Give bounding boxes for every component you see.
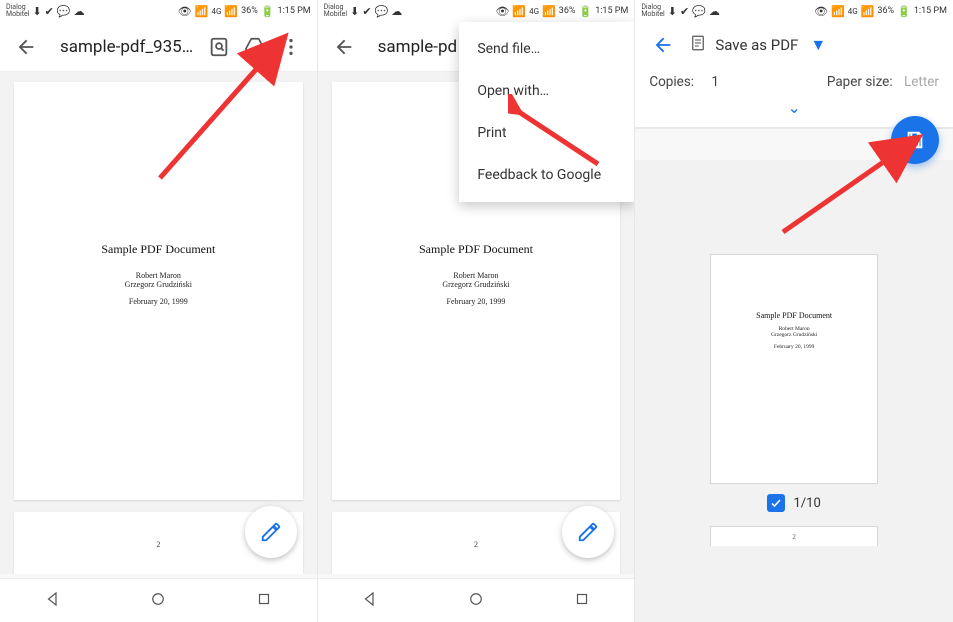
- check-icon: ✔: [45, 6, 54, 17]
- nav-back[interactable]: [361, 590, 379, 612]
- preview-page-2[interactable]: 2: [710, 526, 878, 546]
- clock: 1:15 PM: [278, 6, 311, 16]
- doc-author2: Grzegorz Grudziński: [711, 332, 877, 338]
- destination-label[interactable]: Save as PDF: [715, 36, 798, 54]
- eye-icon: 👁: [178, 6, 192, 17]
- edit-fab[interactable]: [245, 506, 297, 558]
- signal2-icon: 📶: [861, 6, 875, 17]
- nav-home[interactable]: [467, 590, 485, 612]
- chat-icon: 💬: [57, 6, 71, 17]
- doc-title: Sample PDF Document: [14, 242, 303, 257]
- page-counter: 1/10: [767, 494, 820, 512]
- net-label: 4G: [529, 7, 539, 16]
- save-fab[interactable]: [891, 116, 939, 164]
- carrier-label: Dialog Mobitel: [6, 4, 29, 18]
- signal-icon: 📶: [195, 6, 209, 17]
- battery-pct: 36%: [877, 6, 894, 16]
- eye-icon: 👁: [814, 6, 828, 17]
- dropdown-caret-icon[interactable]: ▼: [810, 35, 826, 55]
- doc-author2: Grzegorz Grudziński: [332, 280, 621, 289]
- overflow-button[interactable]: [273, 29, 309, 65]
- nav-bar: [318, 578, 635, 622]
- nav-bar: [0, 578, 317, 622]
- add-to-drive-button[interactable]: [237, 29, 273, 65]
- back-button[interactable]: [645, 27, 681, 63]
- doc-date: February 20, 1999: [14, 297, 303, 306]
- battery-icon: 🔋: [261, 6, 275, 17]
- doc-date: February 20, 1999: [711, 344, 877, 350]
- panel-viewer: Dialog Mobitel ⬇ ✔ 💬 ☁ 👁 📶 4G 📶 36% 🔋 1:…: [0, 0, 318, 622]
- nav-back[interactable]: [44, 590, 62, 612]
- back-button[interactable]: [8, 29, 44, 65]
- signal-icon: 📶: [831, 6, 845, 17]
- battery-pct: 36%: [559, 6, 576, 16]
- nav-home[interactable]: [149, 590, 167, 612]
- paper-value[interactable]: Letter: [904, 74, 939, 90]
- copies-value[interactable]: 1: [711, 74, 719, 90]
- preview-page-1[interactable]: Sample PDF Document Robert Maron Grzegor…: [710, 254, 878, 484]
- panel-menu: Dialog Mobitel ⬇ ✔ 💬 ☁ 👁 📶 4G 📶 36% 🔋 1:…: [318, 0, 636, 622]
- app-bar: sample-pdf_935…: [0, 22, 317, 72]
- doc-date: February 20, 1999: [332, 297, 621, 306]
- pdf-page-1: Sample PDF Document Robert Maron Grzegor…: [14, 82, 303, 500]
- back-button[interactable]: [326, 29, 362, 65]
- print-preview[interactable]: Sample PDF Document Robert Maron Grzegor…: [635, 160, 953, 622]
- cloud-icon: ☁: [391, 6, 402, 17]
- menu-open-with[interactable]: Open with…: [459, 70, 634, 112]
- clock: 1:15 PM: [595, 6, 628, 16]
- doc-title: Sample PDF Document: [711, 311, 877, 320]
- stub-num: 2: [792, 533, 796, 541]
- doc-author2: Grzegorz Grudziński: [14, 280, 303, 289]
- download-icon: ⬇: [668, 6, 677, 17]
- check-icon: ✔: [680, 6, 689, 17]
- cloud-icon: ☁: [74, 6, 85, 17]
- cloud-icon: ☁: [709, 6, 720, 17]
- signal-icon: 📶: [512, 6, 526, 17]
- carrier-label: Dialog Mobitel: [641, 4, 664, 18]
- status-bar: Dialog Mobitel ⬇ ✔ 💬 ☁ 👁 📶 4G 📶 36% 🔋 1:…: [318, 0, 635, 22]
- doc-title: Sample PDF Document: [332, 242, 621, 257]
- chat-icon: 💬: [692, 6, 706, 17]
- nav-recent[interactable]: [255, 590, 273, 612]
- page-count-label: 1/10: [793, 496, 820, 511]
- doc-author1: Robert Maron: [332, 271, 621, 280]
- file-title: sample-pdf_935…: [60, 37, 201, 57]
- signal2-icon: 📶: [224, 6, 238, 17]
- battery-icon: 🔋: [897, 6, 911, 17]
- net-label: 4G: [848, 7, 858, 16]
- net-label: 4G: [211, 7, 221, 16]
- menu-print[interactable]: Print: [459, 112, 634, 154]
- print-options: Save as PDF ▼ Copies: 1 Paper size: Lett…: [635, 22, 953, 129]
- download-icon: ⬇: [350, 6, 359, 17]
- edit-fab[interactable]: [562, 506, 614, 558]
- document-area[interactable]: Sample PDF Document Robert Maron Grzegor…: [0, 72, 317, 574]
- copies-label: Copies:: [649, 74, 694, 90]
- status-bar: Dialog Mobitel ⬇ ✔ 💬 ☁ 👁 📶 4G 📶 36% 🔋 1:…: [0, 0, 317, 22]
- menu-feedback[interactable]: Feedback to Google: [459, 154, 634, 196]
- menu-send-file[interactable]: Send file…: [459, 28, 634, 70]
- carrier-label: Dialog Mobitel: [324, 4, 347, 18]
- battery-pct: 36%: [241, 6, 258, 16]
- overflow-menu: Send file… Open with… Print Feedback to …: [459, 22, 634, 202]
- signal2-icon: 📶: [542, 6, 556, 17]
- panel-print: Dialog Mobitel ⬇ ✔ 💬 ☁ 👁 📶 4G 📶 36% 🔋 1:…: [635, 0, 953, 622]
- download-icon: ⬇: [32, 6, 41, 17]
- status-bar: Dialog Mobitel ⬇ ✔ 💬 ☁ 👁 📶 4G 📶 36% 🔋 1:…: [635, 0, 953, 22]
- paper-label: Paper size:: [827, 74, 893, 90]
- find-button[interactable]: [201, 29, 237, 65]
- nav-recent[interactable]: [573, 590, 591, 612]
- doc-author1: Robert Maron: [14, 271, 303, 280]
- chat-icon: 💬: [375, 6, 389, 17]
- clock: 1:15 PM: [914, 6, 947, 16]
- pdf-icon: [689, 34, 707, 56]
- page-checkbox[interactable]: [767, 494, 785, 512]
- battery-icon: 🔋: [578, 6, 592, 17]
- check-icon: ✔: [362, 6, 371, 17]
- eye-icon: 👁: [495, 6, 509, 17]
